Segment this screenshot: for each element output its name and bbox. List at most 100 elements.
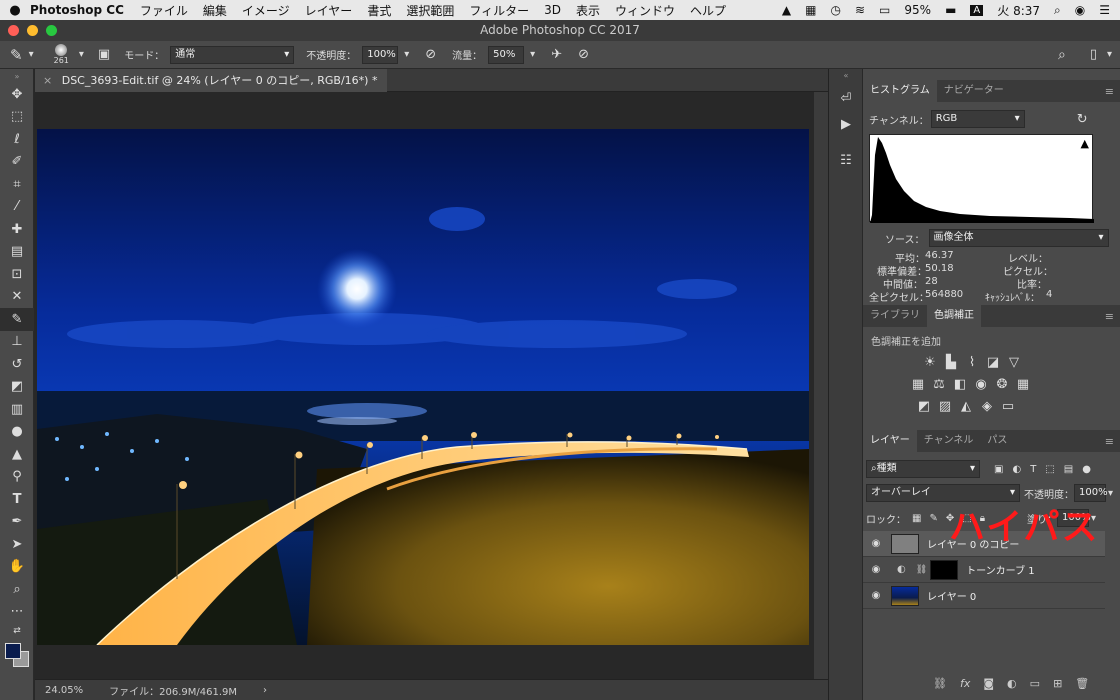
- tab-histogram[interactable]: ヒストグラム: [863, 80, 937, 102]
- mask-thumbnail[interactable]: [930, 559, 959, 580]
- adjustment-layer-icon[interactable]: ◐: [897, 564, 906, 575]
- menu-file[interactable]: ファイル: [140, 2, 188, 19]
- actions-panel-icon[interactable]: ▶: [829, 111, 863, 137]
- zoom-tool-icon[interactable]: ⌕: [0, 578, 34, 601]
- color-swatches[interactable]: [0, 639, 34, 669]
- marquee-tool-icon[interactable]: ⬚: [0, 106, 34, 129]
- filter-toggle[interactable]: ●: [1082, 464, 1091, 475]
- brightness-contrast-icon[interactable]: ☀: [923, 356, 937, 370]
- source-select[interactable]: 画像全体 ▾: [928, 229, 1109, 247]
- airplay-icon[interactable]: ▭: [879, 3, 890, 17]
- history-brush-tool-icon[interactable]: ↺: [0, 353, 34, 376]
- minimize-window-button[interactable]: [27, 25, 38, 36]
- apple-icon[interactable]: ●: [0, 3, 30, 18]
- eye-icon[interactable]: ◉: [863, 538, 889, 549]
- curves-icon[interactable]: ⌇: [965, 356, 979, 370]
- search-icon[interactable]: ⌕: [1058, 47, 1066, 63]
- tab-channels[interactable]: チャンネル: [917, 430, 981, 452]
- filter-type-icon[interactable]: T: [1030, 464, 1036, 475]
- channel-mixer-icon[interactable]: ❂: [995, 378, 1009, 392]
- vertical-scrollbar[interactable]: [814, 92, 828, 679]
- chevron-down-icon[interactable]: ▾: [1107, 49, 1112, 60]
- properties-panel-icon[interactable]: ☷: [829, 147, 863, 173]
- hue-saturation-icon[interactable]: ▦: [911, 378, 925, 392]
- chevron-down-icon[interactable]: ▾: [29, 49, 34, 60]
- dodge-tool-icon[interactable]: ⚲: [0, 466, 34, 489]
- add-mask-icon[interactable]: ◙: [983, 677, 994, 690]
- black-white-icon[interactable]: ◧: [953, 378, 967, 392]
- new-group-icon[interactable]: ▭: [1030, 677, 1040, 690]
- document-tab[interactable]: × DSC_3693-Edit.tif @ 24% (レイヤー 0 のコピー, …: [35, 69, 388, 92]
- tab-libraries[interactable]: ライブラリ: [863, 305, 927, 327]
- canvas-area[interactable]: [35, 92, 828, 679]
- filter-pixel-icon[interactable]: ▣: [994, 464, 1003, 475]
- brush-tool-preset-icon[interactable]: ✎: [10, 46, 23, 64]
- chevron-down-icon[interactable]: ▾: [530, 49, 535, 60]
- canvas-image[interactable]: [37, 129, 809, 645]
- spotlight-icon[interactable]: ⌕: [1054, 3, 1061, 18]
- brush-tool-icon[interactable]: ✎: [0, 308, 34, 331]
- refresh-icon[interactable]: ↻: [1077, 112, 1088, 127]
- panel-collapse-icon[interactable]: »: [0, 69, 34, 83]
- pressure-size-icon[interactable]: ⊘: [578, 47, 589, 62]
- menu-help[interactable]: ヘルプ: [690, 2, 726, 19]
- flow-input[interactable]: 50%: [488, 45, 525, 64]
- close-window-button[interactable]: [8, 25, 19, 36]
- chevron-down-icon[interactable]: ▾: [404, 49, 409, 60]
- zoom-level[interactable]: 24.05%: [45, 685, 83, 696]
- exposure-icon[interactable]: ◪: [986, 356, 1000, 370]
- eye-icon[interactable]: ◉: [863, 590, 889, 601]
- menu-layer[interactable]: レイヤー: [305, 2, 353, 19]
- new-adjustment-icon[interactable]: ◐: [1007, 677, 1017, 690]
- type-tool-icon[interactable]: T: [0, 488, 34, 511]
- posterize-icon[interactable]: ▨: [938, 400, 952, 414]
- panel-menu-icon[interactable]: ≡: [1105, 435, 1114, 448]
- menu-window[interactable]: ウィンドウ: [615, 2, 675, 19]
- swap-colors-icon[interactable]: ⇄: [0, 623, 34, 639]
- menu-filter[interactable]: フィルター: [469, 2, 529, 19]
- time-machine-icon[interactable]: ◷: [831, 3, 841, 17]
- content-aware-move-tool-icon[interactable]: ✕: [0, 286, 34, 309]
- more-tools-icon[interactable]: ⋯: [0, 601, 34, 624]
- layer-filter-select[interactable]: ⌕種類 ▾: [866, 460, 980, 478]
- quick-select-tool-icon[interactable]: ✐: [0, 151, 34, 174]
- lasso-tool-icon[interactable]: ℓ: [0, 128, 34, 151]
- link-layers-icon[interactable]: ⛓: [933, 677, 947, 690]
- input-source[interactable]: A: [970, 4, 984, 16]
- threshold-icon[interactable]: ◭: [959, 400, 973, 414]
- layer-thumbnail[interactable]: [891, 533, 919, 554]
- filter-smart-icon[interactable]: ▤: [1064, 464, 1073, 475]
- path-select-tool-icon[interactable]: ➤: [0, 533, 34, 556]
- frame-tool-icon[interactable]: ⊡: [0, 263, 34, 286]
- notification-icon[interactable]: ☰: [1099, 3, 1110, 17]
- filter-adjustment-icon[interactable]: ◐: [1012, 464, 1021, 475]
- crop-tool-icon[interactable]: ⌗: [0, 173, 34, 196]
- lock-transparent-icon[interactable]: ▦: [912, 513, 921, 524]
- layer-name[interactable]: レイヤー 0: [927, 588, 976, 603]
- menu-image[interactable]: イメージ: [242, 2, 290, 19]
- layer-row[interactable]: ◉ ◐ ⛓ トーンカーブ 1: [863, 557, 1105, 583]
- pressure-opacity-icon[interactable]: ⊘: [425, 47, 436, 62]
- panel-menu-icon[interactable]: ≡: [1105, 310, 1114, 323]
- layer-row[interactable]: ◉ レイヤー 0: [863, 583, 1105, 609]
- panel-menu-icon[interactable]: ≡: [1105, 85, 1114, 98]
- fx-icon[interactable]: fx: [960, 677, 970, 690]
- drive-icon[interactable]: ▲: [782, 3, 791, 17]
- menu-edit[interactable]: 編集: [203, 2, 227, 19]
- clock[interactable]: 火 8:37: [997, 2, 1040, 19]
- blur-tool-icon[interactable]: ●: [0, 421, 34, 444]
- photo-filter-icon[interactable]: ◉: [974, 378, 988, 392]
- tab-adjustments[interactable]: 色調補正: [927, 305, 981, 327]
- channel-select[interactable]: RGB ▾: [930, 110, 1025, 128]
- eraser-tool-icon[interactable]: ◩: [0, 376, 34, 399]
- layer-thumbnail[interactable]: [891, 585, 919, 606]
- clone-stamp-tool-icon[interactable]: ⊥: [0, 331, 34, 354]
- layer-name[interactable]: トーンカーブ 1: [966, 562, 1034, 577]
- selective-color-icon[interactable]: ◈: [980, 400, 994, 414]
- sharpen-tool-icon[interactable]: ▲: [0, 443, 34, 466]
- menu-type[interactable]: 書式: [367, 2, 391, 19]
- warning-icon[interactable]: ▲: [1081, 137, 1089, 150]
- eyedropper-tool-icon[interactable]: ⁄: [0, 196, 34, 219]
- color-lookup-icon[interactable]: ▦: [1016, 378, 1030, 392]
- pen-tool-icon[interactable]: ✒: [0, 511, 34, 534]
